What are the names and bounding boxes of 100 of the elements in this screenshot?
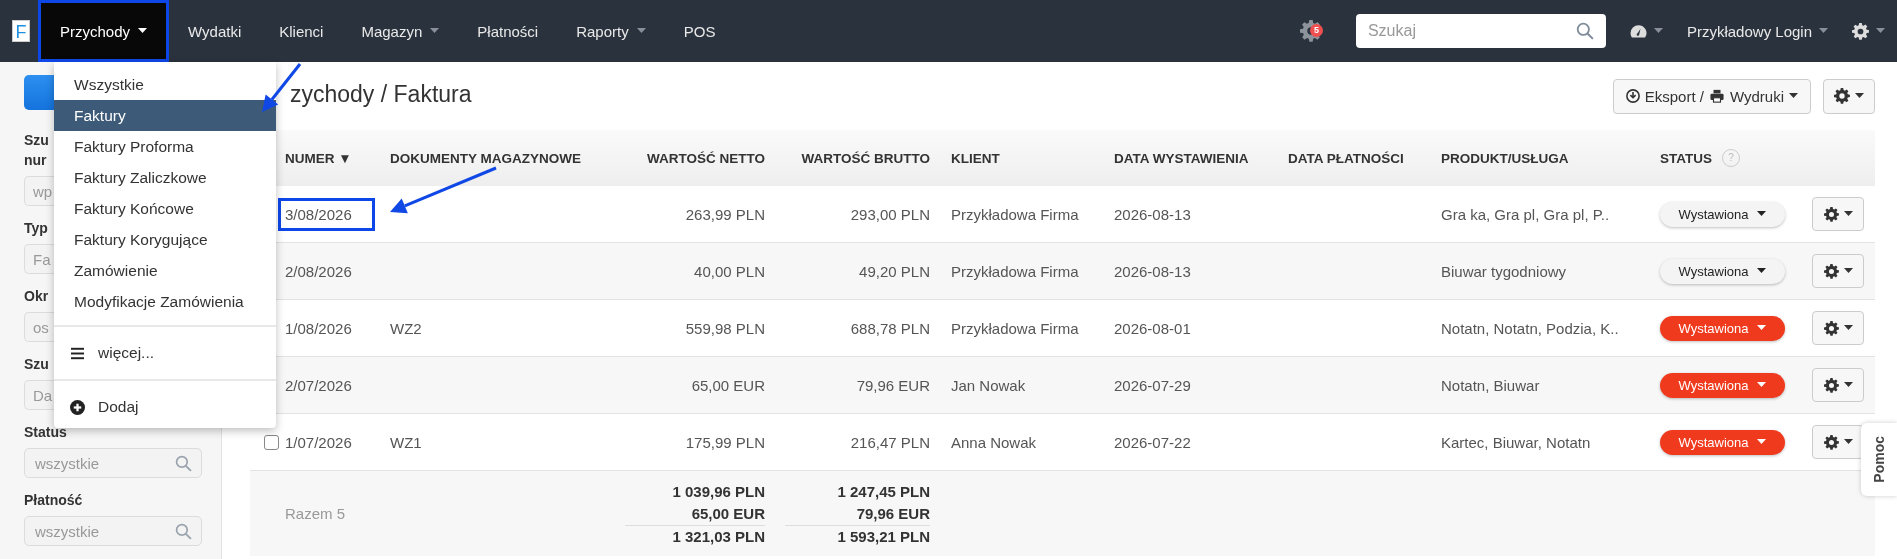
row-settings-button[interactable]: [1812, 368, 1864, 402]
filter-field[interactable]: wszystkie: [24, 516, 202, 546]
menu-item[interactable]: Wszystkie: [54, 69, 276, 100]
add-menu-item[interactable]: Dodaj: [54, 389, 276, 425]
settings-icon: [1852, 22, 1869, 40]
caret-icon: [1855, 93, 1864, 99]
filter-field[interactable]: wp: [24, 176, 54, 206]
caret-icon: [1876, 28, 1885, 34]
nav-tab[interactable]: Wydatki: [169, 0, 261, 62]
column-header[interactable]: PRODUKT/USŁUGA: [1441, 150, 1660, 166]
row-settings-button[interactable]: [1812, 311, 1864, 345]
caret-icon: [1843, 211, 1853, 217]
nav-tab[interactable]: Magazyn: [342, 0, 459, 62]
table-cell-text: Przykładowa Firma: [950, 205, 1080, 223]
invoice-number[interactable]: 3/08/2026: [278, 197, 375, 231]
status-button[interactable]: Wystawiona: [1660, 429, 1785, 455]
settings-icon: [1834, 88, 1850, 104]
table-cell-text: Kartec, Biuwar, Notatn: [1441, 433, 1592, 451]
invoice-number[interactable]: 1/07/2026: [278, 425, 375, 459]
table-cell-text: Notatn, Biuwar: [1441, 376, 1541, 394]
status-button[interactable]: Wystawiona: [1660, 201, 1785, 227]
invoice-number[interactable]: 1/08/2026: [278, 311, 375, 345]
settings-icon: [1823, 434, 1839, 450]
row-settings-button[interactable]: [1812, 197, 1864, 231]
table-cell-text: Jan Nowak: [950, 376, 1027, 394]
nav-tab[interactable]: Płatności: [458, 0, 558, 62]
plus-circle-icon: [70, 399, 85, 415]
column-header[interactable]: DATA PŁATNOŚCI: [1288, 150, 1441, 166]
column-header[interactable]: DATA WYSTAWIENIA: [1110, 150, 1288, 166]
table-cell-text: 40,00 PLN: [693, 262, 765, 280]
caret-icon: [1789, 93, 1798, 99]
menu-item[interactable]: Faktury: [54, 100, 276, 131]
caret-icon: [138, 28, 148, 34]
page-title: zychody / Faktura: [290, 80, 472, 108]
dashboard-menu[interactable]: [1629, 22, 1663, 40]
filter-field[interactable]: Da: [24, 380, 54, 410]
invoice-number[interactable]: 2/08/2026: [278, 254, 375, 288]
search-field[interactable]: Szukaj: [1355, 14, 1606, 48]
more-menu-item[interactable]: więcej...: [54, 335, 276, 371]
checkbox[interactable]: [264, 434, 279, 450]
settings-menu[interactable]: [1852, 22, 1885, 40]
caret-icon: [1757, 325, 1767, 331]
user-menu[interactable]: Przykładowy Login: [1686, 22, 1828, 40]
total-value: 1 321,03 PLN: [625, 524, 765, 547]
filter-field[interactable]: wszystkie: [24, 448, 202, 478]
column-header[interactable]: WARTOŚĆ NETTO: [605, 150, 765, 166]
filter-field[interactable]: os: [24, 312, 54, 342]
download-icon: [1625, 89, 1640, 103]
menu-item[interactable]: Faktury Zaliczkowe: [54, 162, 276, 193]
total-value: 1 593,21 PLN: [785, 524, 930, 547]
table-cell-text: 216,47 PLN: [849, 433, 930, 451]
column-header[interactable]: DOKUMENTY MAGAZYNOWE: [390, 150, 605, 166]
table-cell-text: 2026-07-22: [1113, 433, 1192, 451]
help-tab[interactable]: Pomoc: [1861, 423, 1897, 496]
menu-item[interactable]: Modyfikacje Zamówienia: [54, 286, 276, 317]
table-cell-text: 79,96 EUR: [855, 376, 930, 394]
settings-icon: [1823, 263, 1839, 279]
status-button[interactable]: Wystawiona: [1660, 372, 1785, 398]
table-cell-text: Anna Nowak: [950, 433, 1038, 451]
invoice-number[interactable]: 2/07/2026: [278, 368, 375, 402]
caret-icon: [1757, 211, 1767, 217]
nav-tab[interactable]: Przychody: [38, 0, 170, 62]
menu-item[interactable]: Faktury Korygujące: [54, 224, 276, 255]
table-cell-text: 2026-08-01: [1113, 319, 1192, 337]
row-settings-button[interactable]: [1812, 254, 1864, 288]
table-cell-text: 263,99 PLN: [684, 205, 765, 223]
table-cell-text: Przykładowa Firma: [950, 262, 1080, 280]
caret-icon: [430, 28, 440, 34]
export-button[interactable]: Eksport / Wydruki: [1612, 78, 1811, 114]
settings-button[interactable]: [1823, 78, 1875, 114]
caret-icon: [1843, 382, 1853, 388]
table-cell-text: 2026-08-13: [1113, 205, 1192, 223]
table-cell-text: 2026-07-29: [1113, 376, 1192, 394]
total-value: 79,96 EUR: [855, 503, 930, 524]
table-cell-text: 293,00 PLN: [849, 205, 930, 223]
filter-label: nur: [24, 151, 47, 170]
total-value: 1 039,96 PLN: [671, 481, 765, 502]
nav-tab[interactable]: Raporty: [557, 0, 665, 62]
menu-item[interactable]: Faktury Proforma: [54, 131, 276, 162]
menu-item[interactable]: Zamówienie: [54, 255, 276, 286]
menu-item[interactable]: Faktury Końcowe: [54, 193, 276, 224]
column-header[interactable]: STATUS ?: [1660, 149, 1812, 167]
total-label: Razem 5: [285, 505, 347, 522]
status-button[interactable]: Wystawiona: [1660, 258, 1785, 284]
filter-field[interactable]: Fa: [24, 244, 54, 274]
status-button[interactable]: Wystawiona: [1660, 315, 1785, 341]
row-settings-button[interactable]: [1812, 425, 1864, 459]
nav-tab[interactable]: Klienci: [260, 0, 343, 62]
notification-icon[interactable]: 5: [1299, 20, 1326, 42]
gauge-icon: [1629, 22, 1647, 40]
caret-icon: [1843, 439, 1853, 445]
column-header[interactable]: NUMER ▼: [285, 150, 390, 166]
caret-icon: [1757, 268, 1767, 274]
filter-label: Płatność: [24, 491, 83, 510]
filter-label: Typ: [24, 219, 48, 238]
column-header[interactable]: KLIENT: [930, 150, 1110, 166]
column-header[interactable]: WARTOŚĆ BRUTTO: [765, 150, 930, 166]
nav-tab[interactable]: POS: [664, 0, 735, 62]
table-cell-text: WZ2: [390, 319, 423, 337]
table-cell-text: WZ1: [390, 433, 423, 451]
